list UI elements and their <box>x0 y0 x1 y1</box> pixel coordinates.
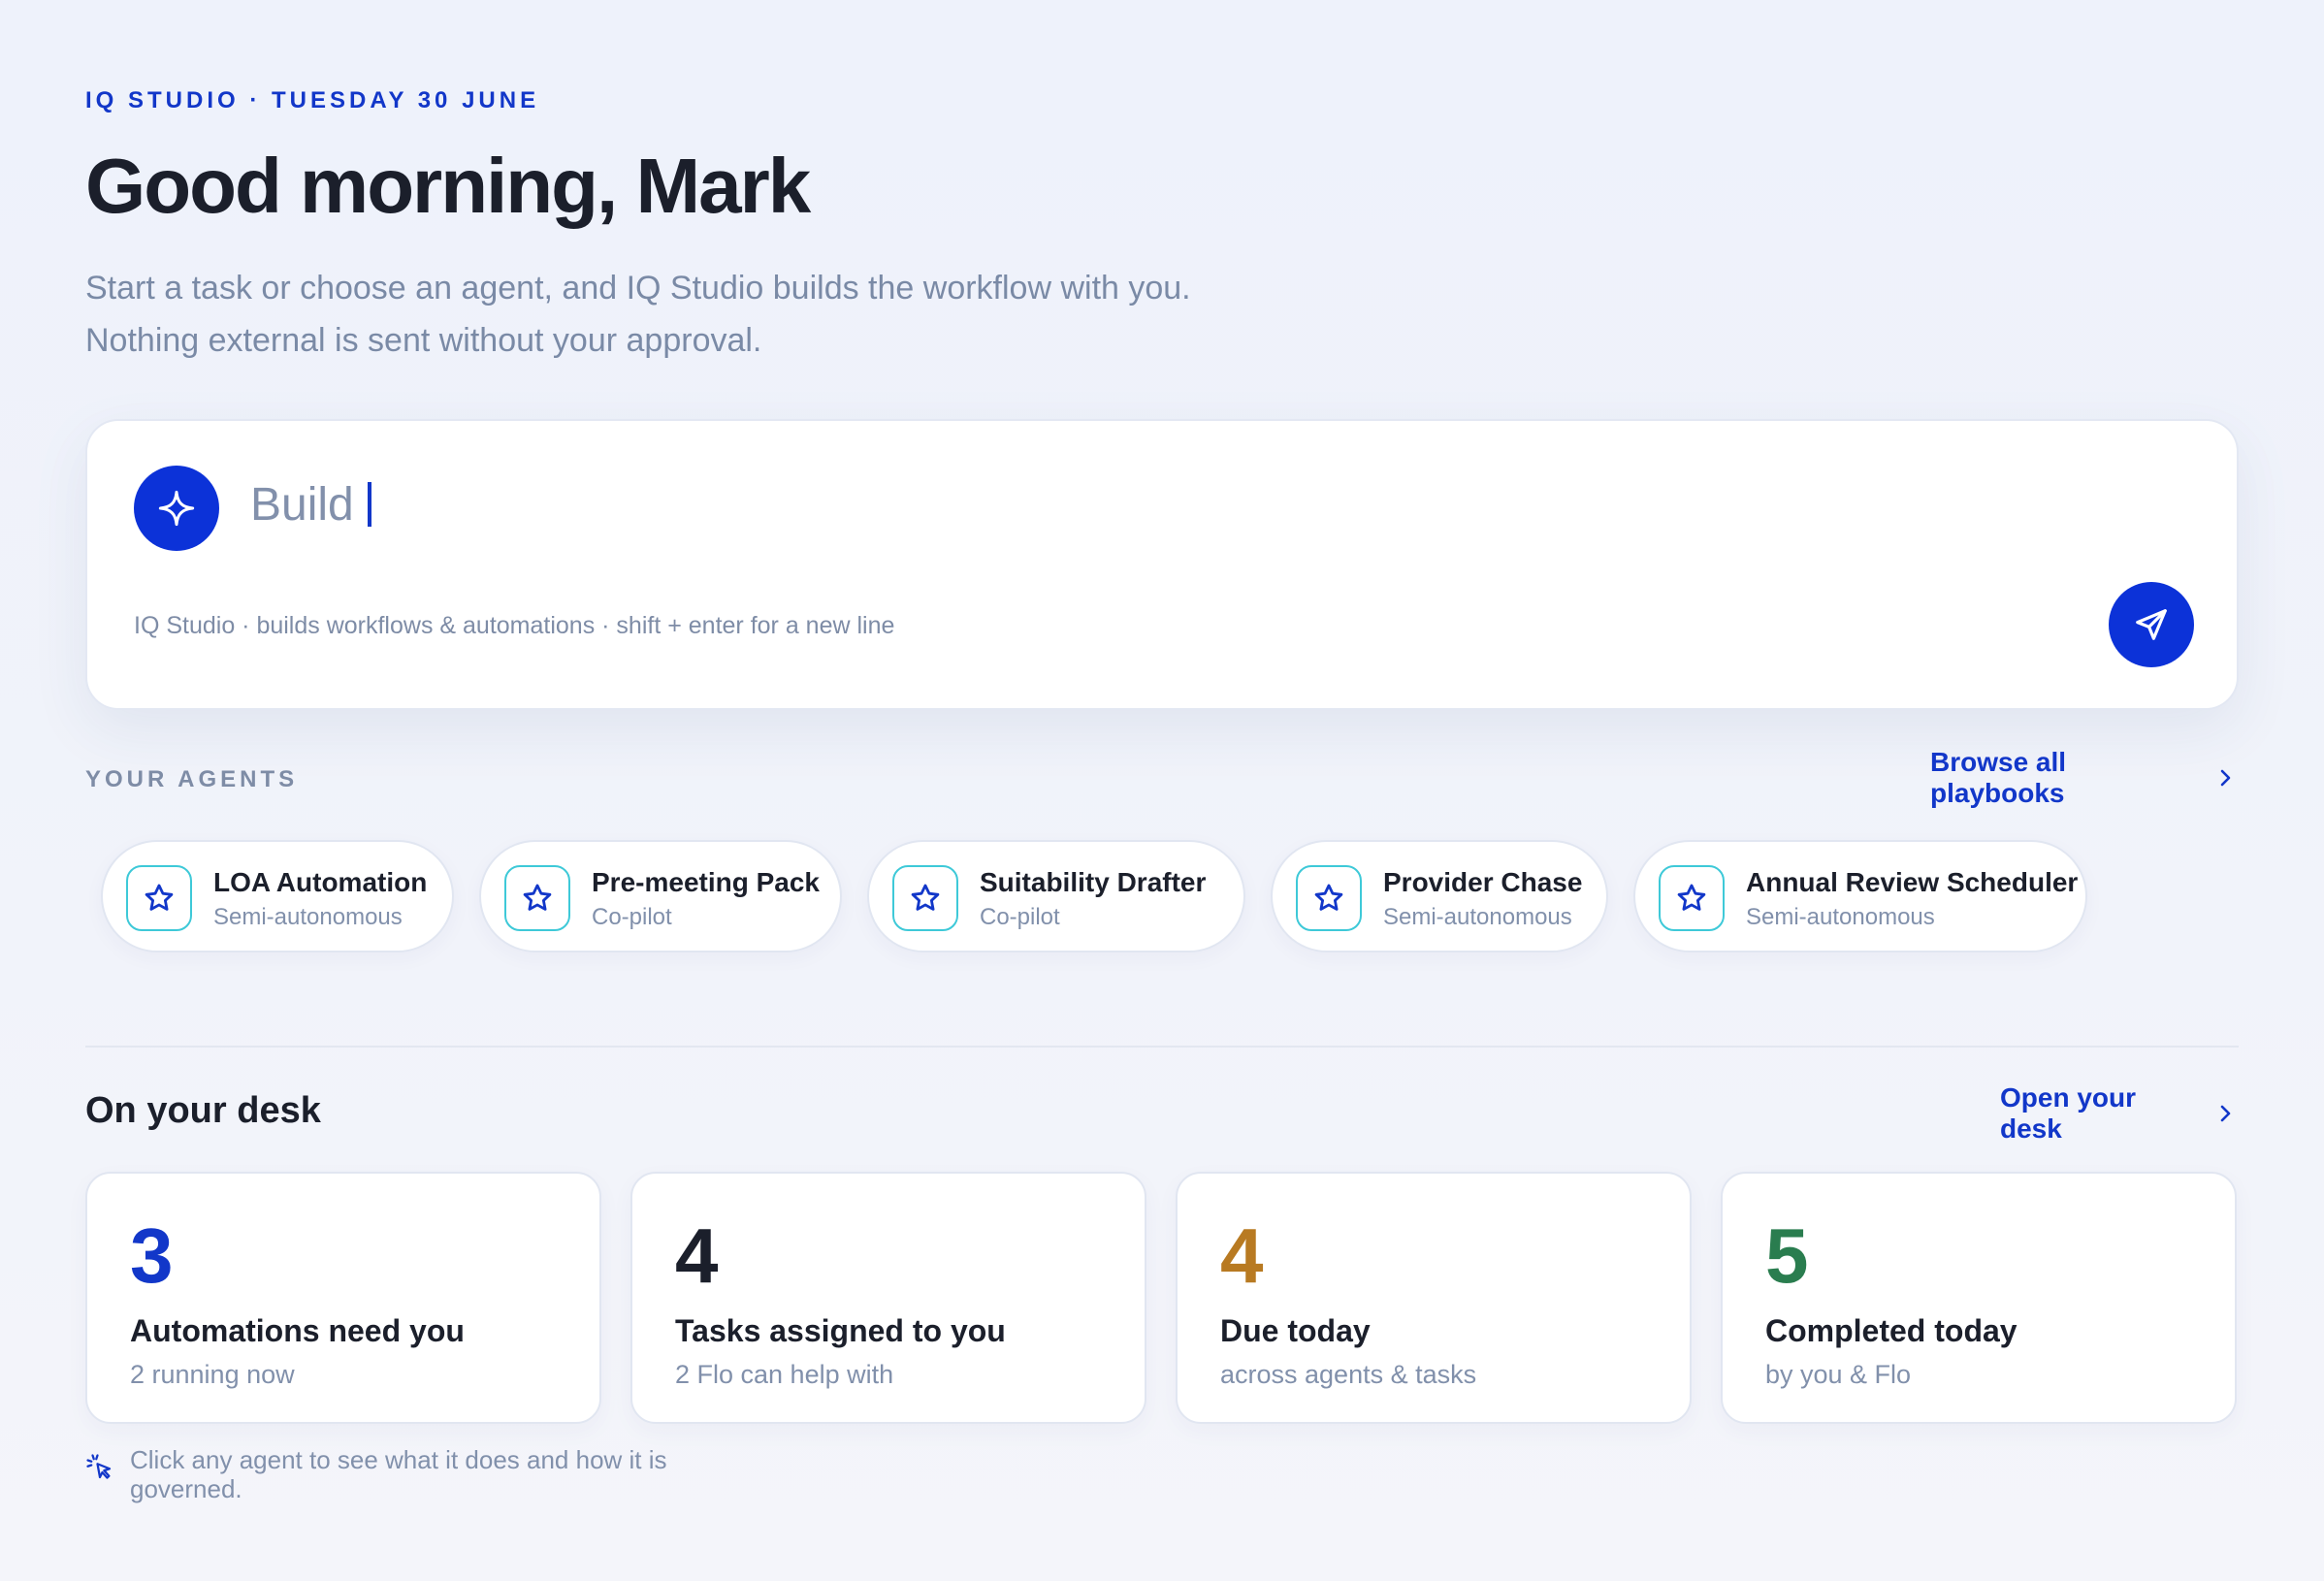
subtitle: Start a task or choose an agent, and IQ … <box>85 262 1443 367</box>
composer-input-value: Build <box>250 478 354 531</box>
agent-mode: Co-pilot <box>980 904 1060 930</box>
send-button[interactable] <box>2109 582 2194 667</box>
desk-section-title: On your desk <box>85 1090 321 1131</box>
chevron-right-icon[interactable] <box>2213 1102 2237 1125</box>
subtitle-line-2: Nothing external is sent without your ap… <box>85 322 762 359</box>
context-eyebrow: IQ STUDIO · TUESDAY 30 JUNE <box>85 87 540 113</box>
stat-label: Tasks assigned to you <box>675 1313 1006 1348</box>
agent-mode: Semi-autonomous <box>213 904 403 930</box>
footnote-text: Click any agent to see what it does and … <box>130 1445 667 1503</box>
sparkle-icon <box>134 466 219 551</box>
stat-label: Due today <box>1220 1313 1371 1348</box>
home-page: IQ STUDIO · TUESDAY 30 JUNE Good morning… <box>85 0 2239 1581</box>
chevron-right-icon[interactable] <box>2213 766 2237 790</box>
agent-chip-loa-automation[interactable]: LOA Automation Semi-autonomous <box>101 840 454 952</box>
composer-hint: IQ Studio · builds workflows & automatio… <box>134 612 895 639</box>
stat-card-automations[interactable]: 3 Automations need you 2 running now <box>85 1172 601 1424</box>
stat-value: 4 <box>1220 1212 1264 1299</box>
agent-name: Annual Review Scheduler <box>1746 867 2079 897</box>
cursor-click-icon <box>86 1454 112 1479</box>
stat-sub: by you & Flo <box>1765 1360 1912 1389</box>
agent-name: LOA Automation <box>213 867 428 897</box>
star-icon <box>1296 865 1362 931</box>
agent-chip-provider-chase[interactable]: Provider Chase Semi-autonomous <box>1271 840 1608 952</box>
agent-name: Suitability Drafter <box>980 867 1207 897</box>
stat-value: 3 <box>130 1212 174 1299</box>
agent-chip-annual-review-scheduler[interactable]: Annual Review Scheduler Semi-autonomous <box>1633 840 2087 952</box>
stat-card-due-today[interactable]: 4 Due today across agents & tasks <box>1176 1172 1692 1424</box>
stat-label: Completed today <box>1765 1313 2017 1348</box>
stat-value: 4 <box>675 1212 719 1299</box>
subtitle-line-1: Start a task or choose an agent, and IQ … <box>85 270 1191 307</box>
open-desk-link[interactable]: Open your desk <box>2000 1082 2175 1145</box>
star-icon <box>1659 865 1725 931</box>
star-icon <box>126 865 192 931</box>
composer-input[interactable]: Build <box>250 473 371 535</box>
agent-mode: Semi-autonomous <box>1746 904 1935 930</box>
browse-playbooks-link[interactable]: Browse all playbooks <box>1930 747 2124 809</box>
task-composer[interactable]: Build IQ Studio · builds workflows & aut… <box>85 419 2239 710</box>
stat-sub: 2 running now <box>130 1360 295 1389</box>
stat-label: Automations need you <box>130 1313 465 1348</box>
stat-sub: 2 Flo can help with <box>675 1360 894 1389</box>
agent-mode: Semi-autonomous <box>1383 904 1572 930</box>
stat-card-completed[interactable]: 5 Completed today by you & Flo <box>1721 1172 2237 1424</box>
agent-chip-suitability-drafter[interactable]: Suitability Drafter Co-pilot <box>867 840 1245 952</box>
greeting-title: Good morning, Mark <box>85 143 811 229</box>
text-caret <box>367 482 371 527</box>
agent-name: Provider Chase <box>1383 867 1583 897</box>
star-icon <box>892 865 958 931</box>
stat-card-tasks[interactable]: 4 Tasks assigned to you 2 Flo can help w… <box>630 1172 1146 1424</box>
section-divider <box>85 1046 2239 1048</box>
send-icon <box>2136 609 2167 640</box>
stat-value: 5 <box>1765 1212 1809 1299</box>
agent-name: Pre-meeting Pack <box>592 867 820 897</box>
agent-chip-pre-meeting-pack[interactable]: Pre-meeting Pack Co-pilot <box>479 840 842 952</box>
agents-section-label: YOUR AGENTS <box>85 766 299 792</box>
agent-mode: Co-pilot <box>592 904 672 930</box>
star-icon <box>504 865 570 931</box>
stat-sub: across agents & tasks <box>1220 1360 1477 1389</box>
